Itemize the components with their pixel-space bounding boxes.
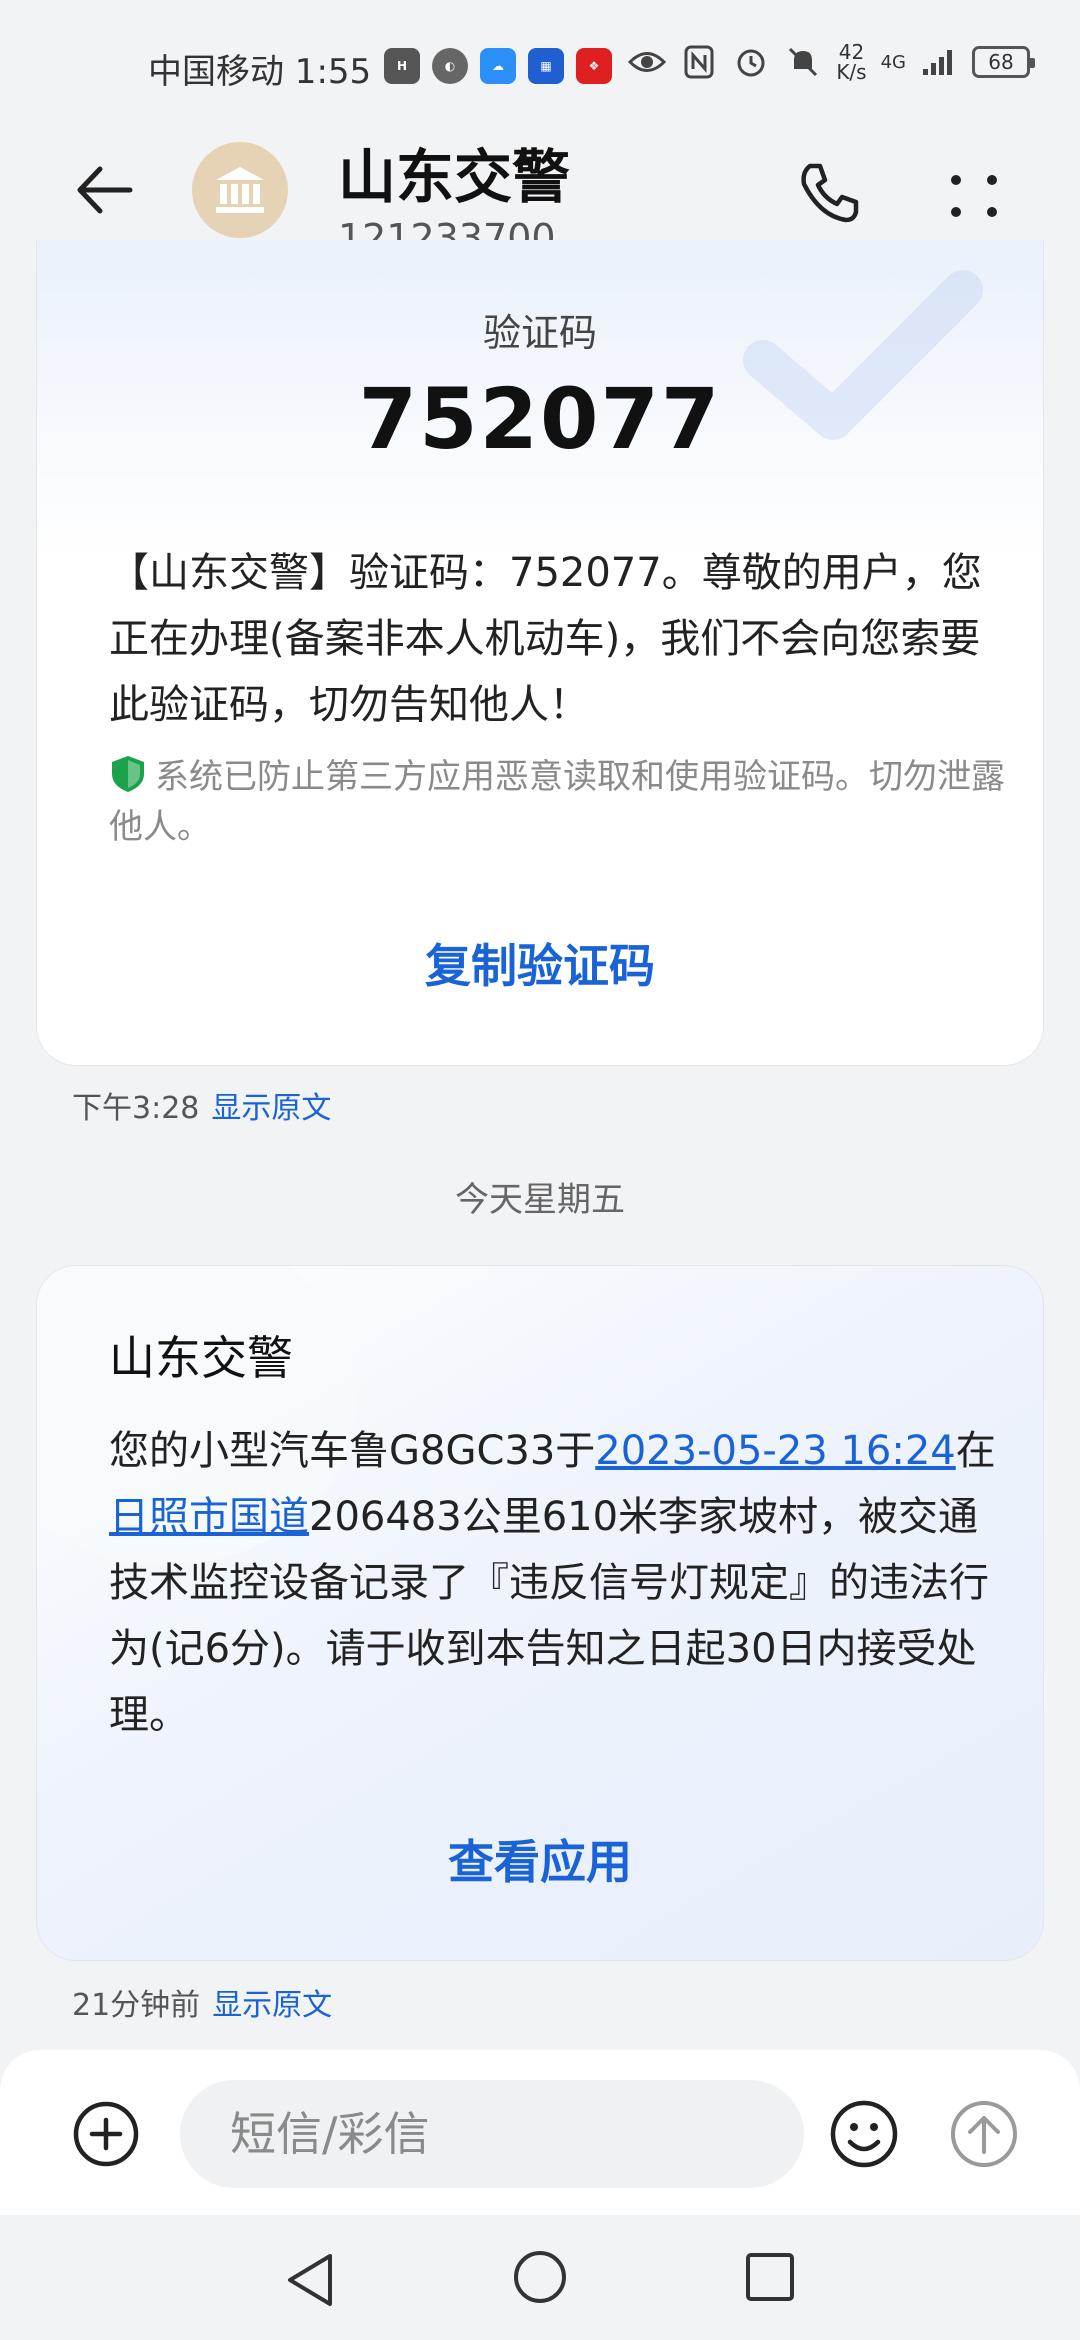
message-time: 下午3:28	[72, 1091, 200, 1126]
message1-meta: 下午3:28 显示原文	[72, 1083, 331, 1127]
nav-back-button[interactable]	[282, 2250, 338, 2310]
more-button[interactable]	[944, 160, 1004, 230]
nav-home-button[interactable]	[512, 2249, 568, 2305]
nav-back-icon	[288, 2254, 332, 2306]
verification-message-card: 验证码 752077 【山东交警】验证码：752077。尊敬的用户，您正在办理(…	[36, 240, 1044, 1066]
emoji-icon	[830, 2100, 898, 2168]
back-arrow-icon	[77, 166, 133, 214]
send-icon	[951, 2101, 1017, 2167]
traffic-12123-icon: ▦	[528, 48, 564, 84]
shield-icon	[112, 756, 144, 792]
bank-icon	[216, 167, 264, 213]
nav-recent-button[interactable]	[744, 2251, 796, 2303]
day-separator: 今天星期五	[455, 1180, 625, 1220]
message-time: 21分钟前	[72, 1988, 201, 2023]
net-speed-unit: K/s	[836, 60, 867, 84]
phone-icon	[801, 163, 859, 223]
plus-icon	[73, 2101, 139, 2167]
carrier-time: 中国移动 1:55	[148, 52, 372, 92]
red-app-icon: ❖	[576, 48, 612, 84]
network-type: 4G	[880, 51, 906, 73]
nfc-icon	[680, 43, 718, 81]
verification-code[interactable]: 752077	[37, 370, 1043, 468]
compose-bar	[0, 2050, 1080, 2215]
nav-recent-icon	[746, 2253, 794, 2301]
safety-note: 系统已防止第三方应用恶意读取和使用验证码。切勿泄露他人。	[109, 752, 1009, 852]
back-button[interactable]	[70, 155, 140, 225]
code-label: 验证码	[482, 311, 597, 355]
view-app-button[interactable]: 查看应用	[37, 1826, 1043, 1892]
body-text: 在	[955, 1428, 996, 1474]
eye-icon	[628, 43, 667, 81]
signal-icon	[920, 43, 958, 81]
status-indicators: 42 K/s 4G 68	[628, 42, 1035, 82]
system-nav-bar	[0, 2215, 1080, 2340]
notification-icons: H ◐ ☁ ▦ ❖	[384, 48, 612, 84]
location-link[interactable]: 日照市国道	[109, 1494, 309, 1540]
datetime-link[interactable]: 2023-05-23 16:24	[595, 1428, 955, 1474]
net-speed-value: 42	[838, 40, 865, 64]
message-text[interactable]: 您的小型汽车鲁G8GC33于2023-05-23 16:24在日照市国道2064…	[109, 1418, 1009, 1748]
send-button[interactable]	[948, 2098, 1020, 2170]
huawei-app-icon: H	[384, 48, 420, 84]
wechat-icon: ◐	[432, 48, 468, 84]
battery-icon: 68	[972, 46, 1035, 78]
show-original-link[interactable]: 显示原文	[212, 1988, 332, 2023]
card-title: 山东交警	[109, 1331, 293, 1385]
add-attachment-button[interactable]	[72, 2100, 140, 2168]
emoji-button[interactable]	[828, 2098, 900, 2170]
more-icon	[951, 175, 997, 217]
message-input[interactable]	[180, 2080, 804, 2188]
status-bar: 中国移动 1:55 H ◐ ☁ ▦ ❖ 42 K/s 4G 68	[0, 0, 1080, 130]
net-speed: 42 K/s	[836, 42, 866, 82]
violation-message-card: 山东交警 您的小型汽车鲁G8GC33于2023-05-23 16:24在日照市国…	[36, 1265, 1044, 1961]
mute-icon	[784, 43, 822, 81]
message2-meta: 21分钟前 显示原文	[72, 1980, 332, 2024]
body-text: 您的小型汽车鲁G8GC33于	[109, 1428, 596, 1474]
avatar[interactable]	[192, 142, 288, 238]
nav-home-icon	[514, 2251, 566, 2303]
sender-name: 山东交警	[338, 143, 571, 211]
alarm-icon	[732, 43, 770, 81]
safety-note-text: 系统已防止第三方应用恶意读取和使用验证码。切勿泄露他人。	[109, 757, 1005, 847]
message-text[interactable]: 【山东交警】验证码：752077。尊敬的用户，您正在办理(备案非本人机动车)，我…	[109, 540, 989, 738]
call-button[interactable]	[794, 158, 864, 228]
cloud-icon: ☁	[480, 48, 516, 84]
copy-code-button[interactable]: 复制验证码	[37, 930, 1043, 996]
show-original-link[interactable]: 显示原文	[211, 1091, 331, 1126]
